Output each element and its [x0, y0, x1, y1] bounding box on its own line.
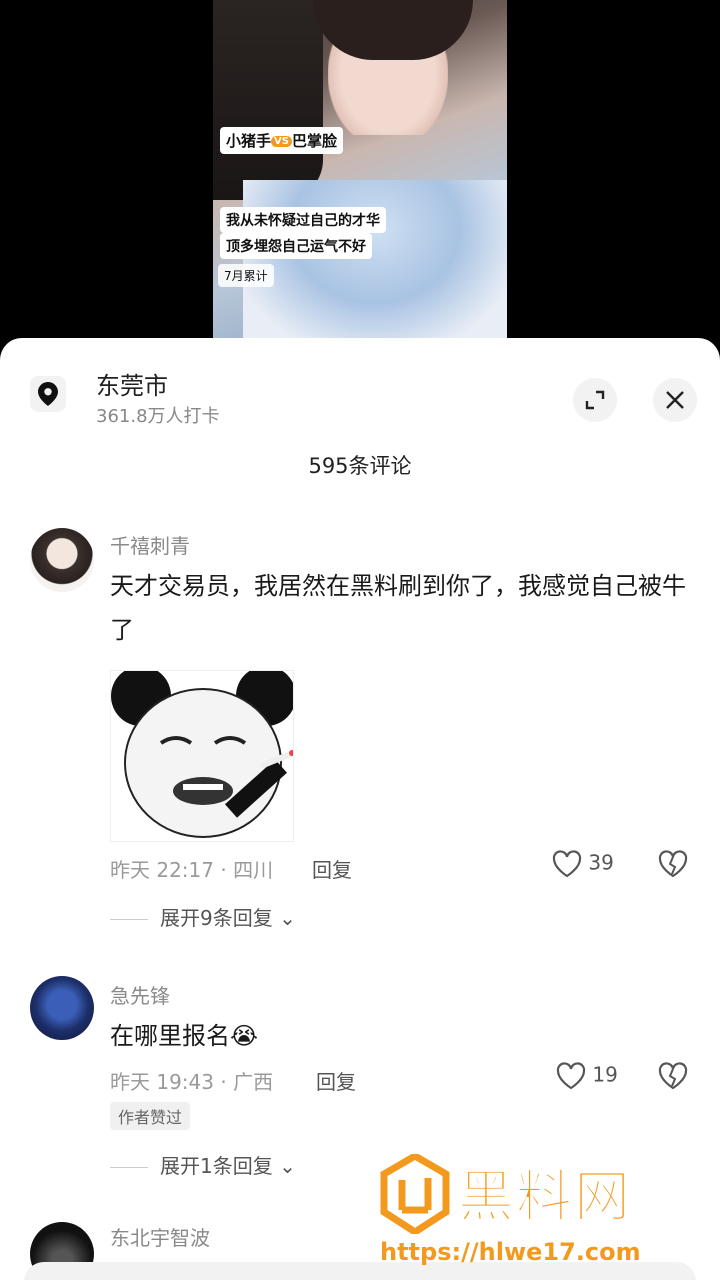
author-liked-badge: 作者赞过	[110, 1102, 191, 1130]
caption-right: 巴掌脸	[291, 132, 337, 150]
location-row[interactable]: 东莞市 361.8万人打卡	[30, 358, 697, 438]
comment-author[interactable]: 急先锋	[110, 980, 170, 1009]
expand-replies-label: 展开9条回复	[160, 906, 273, 930]
like-button[interactable]: 19	[556, 1062, 618, 1090]
broken-heart-icon	[658, 1062, 688, 1090]
expand-icon	[585, 390, 605, 410]
background-person	[213, 0, 323, 200]
comment-text: 天才交易员，我居然在黑料刷到你了，我感觉自己被牛了	[110, 572, 686, 644]
comment-sticker-image[interactable]	[110, 670, 294, 842]
comment-sheet: 东莞市 361.8万人打卡 595条评论 千禧刺青 天才交易员，我居然在黑料刷到…	[0, 338, 720, 1280]
reply-button[interactable]: 回复	[316, 1066, 356, 1095]
watermark-title: 黑料网	[458, 1165, 632, 1231]
watermark: 黑料网 https://hlwe17.com	[380, 1152, 710, 1272]
comment-text: 在哪里报名😭	[110, 1022, 259, 1050]
expand-replies-label: 展开1条回复	[160, 1154, 273, 1178]
dislike-button[interactable]	[658, 1062, 688, 1090]
location-pin-icon	[30, 376, 66, 412]
chevron-down-icon: ⌄	[279, 1154, 296, 1178]
video-caption-tag: 小猪手 VS 巴掌脸	[220, 127, 343, 154]
comment-author[interactable]: 千禧刺青	[110, 530, 190, 559]
watermark-url: https://hlwe17.com	[380, 1238, 641, 1266]
like-count: 19	[592, 1062, 618, 1087]
video-player[interactable]: 小猪手 VS 巴掌脸 我从未怀疑过自己的才华 顶多埋怨自己运气不好 7月累计	[0, 0, 720, 345]
like-button[interactable]: 39	[552, 850, 614, 878]
location-name: 东莞市	[96, 372, 168, 400]
close-icon	[666, 391, 684, 409]
dress-graphic	[243, 180, 507, 345]
avatar[interactable]	[30, 528, 94, 592]
broken-heart-icon	[658, 850, 688, 878]
video-caption-line1: 我从未怀疑过自己的才华	[220, 207, 386, 233]
comment-author[interactable]: 东北宇智波	[110, 1222, 210, 1251]
expand-replies-button[interactable]: 展开1条回复 ⌄	[110, 1150, 296, 1179]
expand-button[interactable]	[573, 378, 617, 422]
video-caption-line3: 7月累计	[218, 264, 274, 287]
like-count: 39	[588, 850, 614, 875]
avatar[interactable]	[30, 976, 94, 1040]
video-caption-line2: 顶多埋怨自己运气不好	[220, 233, 372, 259]
heart-icon	[556, 1062, 586, 1090]
vs-badge: VS	[271, 136, 292, 147]
watermark-logo-icon	[380, 1154, 450, 1234]
comment-meta: 昨天 22:17 · 四川	[110, 858, 274, 882]
close-button[interactable]	[653, 378, 697, 422]
heart-icon	[552, 850, 582, 878]
location-checkins: 361.8万人打卡	[96, 406, 220, 427]
expand-replies-button[interactable]: 展开9条回复 ⌄	[110, 902, 296, 931]
divider-line	[110, 919, 148, 920]
dislike-button[interactable]	[658, 850, 688, 878]
divider-line	[110, 1167, 148, 1168]
comment-count: 595条评论	[308, 454, 412, 478]
video-frame	[213, 0, 507, 345]
chevron-down-icon: ⌄	[279, 906, 296, 930]
reply-button[interactable]: 回复	[312, 854, 352, 883]
caption-left: 小猪手	[226, 132, 272, 150]
comment-meta: 昨天 19:43 · 广西	[110, 1070, 274, 1094]
